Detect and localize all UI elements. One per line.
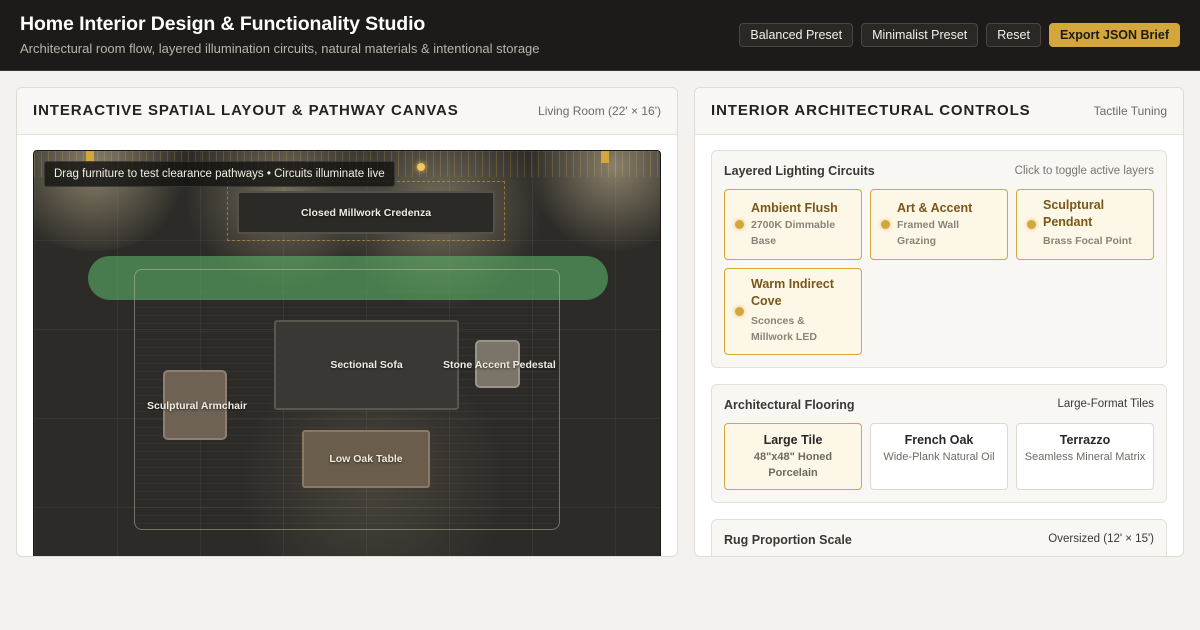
lighting-section: Layered Lighting Circuits Click to toggl… <box>711 150 1167 368</box>
flooring-desc: 48"x48" Honed Porcelain <box>753 451 833 479</box>
flooring-large-tile-option[interactable]: Large Tile 48"x48" Honed Porcelain <box>724 423 862 490</box>
circuit-name: Warm Indirect Cove <box>751 277 834 308</box>
canvas-panel-title: INTERACTIVE SPATIAL LAYOUT & PATHWAY CAN… <box>33 102 459 119</box>
circuit-active-icon <box>1027 220 1036 229</box>
circuit-desc: 2700K Dimmable Base <box>751 219 836 247</box>
controls-mode: Tactile Tuning <box>1093 104 1167 118</box>
controls-panel: INTERIOR ARCHITECTURAL CONTROLS Tactile … <box>694 87 1184 557</box>
sofa-furniture[interactable]: Sectional Sofa <box>274 320 459 410</box>
lighting-title: Layered Lighting Circuits <box>724 164 875 178</box>
app-subtitle: Architectural room flow, layered illumin… <box>20 41 540 56</box>
flooring-french-oak-option[interactable]: French Oak Wide-Plank Natural Oil <box>870 423 1008 490</box>
floor-plan-canvas[interactable]: Closed Millwork Credenza Sectional Sofa … <box>33 150 661 556</box>
flooring-selected: Large-Format Tiles <box>1057 398 1154 410</box>
canvas-tooltip: Drag furniture to test clearance pathway… <box>44 161 395 187</box>
balanced-preset-button[interactable]: Balanced Preset <box>739 23 854 47</box>
pedestal-label: Stone Accent Pedestal <box>443 359 556 371</box>
circuit-accent-toggle[interactable]: Art & Accent Framed Wall Grazing <box>870 189 1008 260</box>
credenza-label: Closed Millwork Credenza <box>300 206 432 219</box>
header-actions: Balanced Preset Minimalist Preset Reset … <box>739 23 1180 47</box>
lighting-hint: Click to toggle active layers <box>1014 165 1154 177</box>
controls-panel-title: INTERIOR ARCHITECTURAL CONTROLS <box>711 102 1031 119</box>
minimalist-preset-button[interactable]: Minimalist Preset <box>861 23 979 47</box>
pendant-light-icon <box>417 163 425 171</box>
flooring-name: Large Tile <box>763 433 823 447</box>
flooring-title: Architectural Flooring <box>724 398 855 412</box>
circuit-name: Art & Accent <box>897 201 973 215</box>
circuit-active-icon <box>881 220 890 229</box>
circuit-ambient-toggle[interactable]: Ambient Flush 2700K Dimmable Base <box>724 189 862 260</box>
credenza-furniture[interactable]: Closed Millwork Credenza <box>237 191 495 234</box>
flooring-name: Terrazzo <box>1059 433 1111 447</box>
flooring-name: French Oak <box>904 433 974 447</box>
sofa-label: Sectional Sofa <box>330 359 403 371</box>
sconce-fixture-icon <box>601 151 609 163</box>
circuit-active-icon <box>735 307 744 316</box>
reset-button[interactable]: Reset <box>986 23 1041 47</box>
circuit-name: Sculptural Pendant <box>1043 198 1105 229</box>
rug-scale-value: Oversized (12' × 15') <box>1048 533 1154 545</box>
circuit-desc: Brass Focal Point <box>1043 235 1132 247</box>
table-label: Low Oak Table <box>329 453 403 465</box>
flooring-desc: Wide-Plank Natural Oil <box>883 451 995 463</box>
app-title: Home Interior Design & Functionality Stu… <box>20 13 426 35</box>
circuit-desc: Framed Wall Grazing <box>897 219 960 247</box>
flooring-section: Architectural Flooring Large-Format Tile… <box>711 384 1167 503</box>
rug-scale-section: Rug Proportion Scale Oversized (12' × 15… <box>711 519 1167 556</box>
armchair-label: Sculptural Armchair <box>147 400 247 412</box>
table-furniture[interactable]: Low Oak Table <box>302 430 430 488</box>
room-dimensions: Living Room (22' × 16') <box>538 104 661 118</box>
circuit-active-icon <box>735 220 744 229</box>
layout-canvas-panel: INTERACTIVE SPATIAL LAYOUT & PATHWAY CAN… <box>16 87 678 557</box>
app-header: Home Interior Design & Functionality Stu… <box>0 0 1200 71</box>
circuit-name: Ambient Flush <box>751 201 838 215</box>
circuit-desc: Sconces & Millwork LED <box>751 315 817 343</box>
armchair-furniture[interactable]: Sculptural Armchair <box>147 370 247 440</box>
rug-scale-title: Rug Proportion Scale <box>724 533 852 547</box>
controls-panel-header: INTERIOR ARCHITECTURAL CONTROLS Tactile … <box>695 88 1183 135</box>
export-json-button[interactable]: Export JSON Brief <box>1048 23 1180 47</box>
circuit-cove-toggle[interactable]: Warm Indirect Cove Sconces & Millwork LE… <box>724 268 862 355</box>
flooring-desc: Seamless Mineral Matrix <box>1024 451 1146 463</box>
pedestal-furniture[interactable]: Stone Accent Pedestal <box>443 340 556 388</box>
circuit-pendant-toggle[interactable]: Sculptural Pendant Brass Focal Point <box>1016 189 1154 260</box>
canvas-panel-header: INTERACTIVE SPATIAL LAYOUT & PATHWAY CAN… <box>17 88 677 135</box>
flooring-terrazzo-option[interactable]: Terrazzo Seamless Mineral Matrix <box>1016 423 1154 490</box>
